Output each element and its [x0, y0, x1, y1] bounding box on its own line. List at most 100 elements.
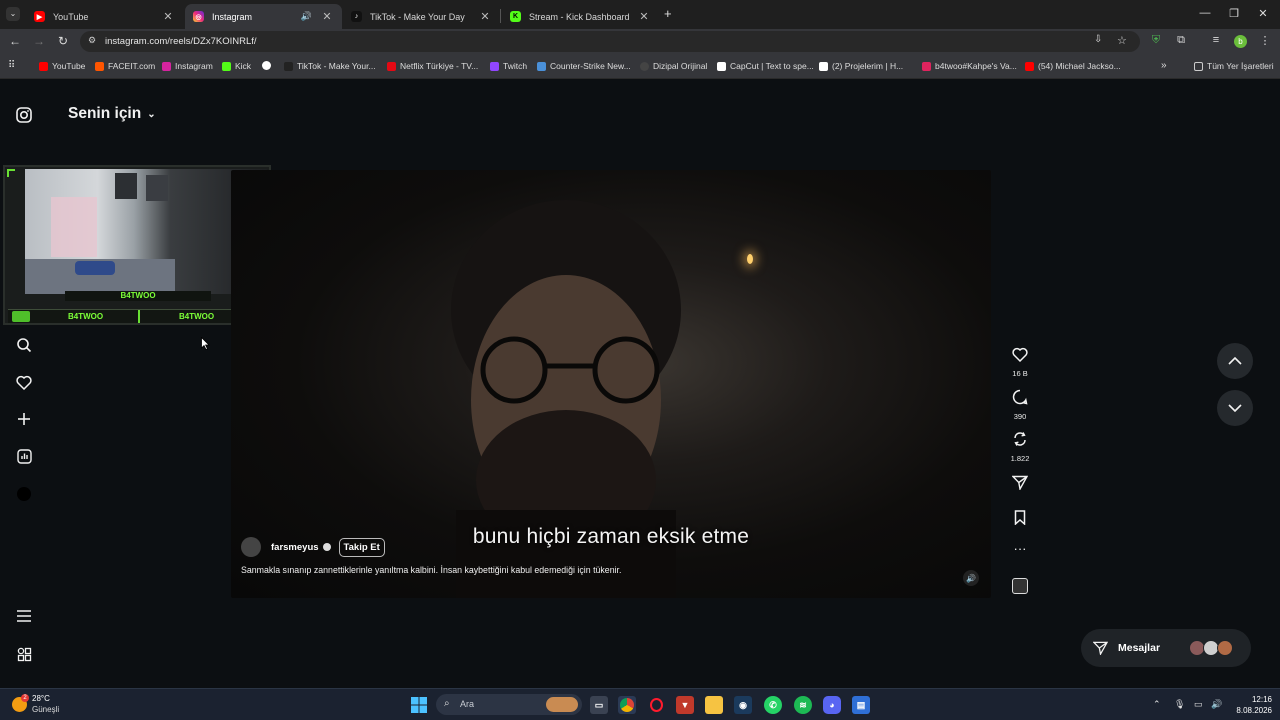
bookmarks-bar: ⠿ YouTube FACEIT.com Instagram Kick TikT… [0, 54, 1280, 79]
bookmark-label: Dizipal Orijinal [653, 61, 708, 71]
close-icon[interactable]: ✕ [637, 10, 651, 23]
reel-description[interactable]: Sanmakla sınanıp zannettiklerinle yanılt… [241, 565, 621, 575]
network-icon[interactable]: ▭ [1194, 699, 1203, 710]
audio-thumbnail[interactable] [1008, 578, 1032, 594]
bookmark-netflix[interactable]: Netflix Türkiye - TV... [387, 61, 478, 71]
whatsapp-icon[interactable]: ✆ [764, 696, 782, 714]
bookmark-b4twoo[interactable]: b4twoo#Kahpe's Va... [922, 61, 1017, 71]
task-view-icon[interactable]: ▭ [590, 696, 608, 714]
close-icon[interactable]: ✕ [478, 10, 492, 23]
bookmark-youtube[interactable]: YouTube [39, 61, 85, 71]
apps-grid-icon[interactable]: ⠿ [8, 60, 15, 71]
tab-youtube[interactable]: ▶ YouTube ✕ [26, 4, 183, 29]
more-options-icon[interactable]: ··· [1008, 541, 1032, 556]
like-button[interactable]: 16 B [1008, 347, 1032, 378]
feed-selector[interactable]: Senin için ⌄ [68, 105, 156, 123]
spotify-icon[interactable]: ≋ [794, 696, 812, 714]
bookmark-dizipal[interactable]: Dizipal Orijinal [640, 61, 707, 71]
steam-icon[interactable]: ◉ [734, 696, 752, 714]
bookmark-projelerim[interactable]: (2) Projelerim | H... [819, 61, 903, 71]
bookmark-google[interactable] [262, 61, 275, 70]
address-url[interactable]: instagram.com/reels/DZx7KOINRLf/ [105, 36, 257, 47]
extensions-puzzle-icon[interactable]: ⧉ [1173, 34, 1189, 47]
install-app-icon[interactable]: ⇩ [1094, 34, 1102, 45]
author-username[interactable]: farsmeyus [271, 542, 319, 553]
share-button[interactable] [1008, 475, 1032, 495]
reel-video[interactable]: bunu hiçbi zaman eksik etme farsmeyus Ta… [231, 170, 991, 598]
overlay-right-tag: B4TWOO [179, 312, 215, 321]
counter-strike-icon [537, 61, 546, 71]
system-clock[interactable]: 12:16 8.08.2026 [1228, 694, 1272, 716]
repost-icon [1014, 432, 1026, 446]
heart-icon[interactable] [14, 372, 34, 392]
send-paper-plane-icon [1011, 475, 1029, 492]
next-reel-button[interactable] [1217, 390, 1253, 426]
reload-icon[interactable]: ↻ [55, 34, 71, 48]
bookmark-twitch[interactable]: Twitch [490, 61, 527, 71]
address-bar[interactable]: ⚙ instagram.com/reels/DZx7KOINRLf/ ⇩ ☆ [80, 31, 1140, 52]
browser-tab-strip: ⌄ ▶ YouTube ✕ ◎ Instagram 🔊 ✕ ♪ TikTok -… [0, 0, 1280, 29]
window-close-icon[interactable]: ✕ [1253, 7, 1273, 20]
tab-list-dropdown-icon[interactable]: ⌄ [6, 7, 20, 21]
bookmark-icon [1014, 510, 1026, 526]
hamburger-menu-icon[interactable] [14, 606, 34, 626]
forward-arrow-icon[interactable]: → [31, 34, 47, 48]
tab-instagram[interactable]: ◎ Instagram 🔊 ✕ [185, 4, 342, 29]
insights-chart-icon[interactable] [14, 446, 34, 466]
all-bookmarks-folder[interactable]: Tüm Yer İşaretleri [1194, 61, 1274, 71]
create-plus-icon[interactable] [14, 409, 34, 429]
profile-avatar[interactable] [14, 484, 34, 504]
bookmark-capcut[interactable]: CapCut | Text to spe... [717, 61, 814, 71]
minimize-icon[interactable]: — [1195, 7, 1215, 19]
bookmark-faceit[interactable]: FACEIT.com [95, 61, 155, 71]
repost-button[interactable]: 1.822 [1008, 431, 1032, 463]
windows-start-icon[interactable] [410, 696, 428, 714]
bookmark-label: Tüm Yer İşaretleri [1207, 61, 1274, 71]
back-arrow-icon[interactable]: ← [7, 34, 23, 48]
volume-icon[interactable]: 🔊 [963, 570, 979, 586]
bookmark-star-icon[interactable]: ☆ [1117, 34, 1127, 47]
search-icon[interactable] [14, 335, 34, 355]
brave-icon[interactable]: ▼ [676, 696, 694, 714]
media-control-icon[interactable]: ≡ [1208, 34, 1224, 46]
dizipal-icon [640, 61, 649, 71]
shield-extension-icon[interactable]: ⛨ [1148, 34, 1164, 47]
instagram-logo-icon[interactable] [14, 105, 34, 125]
tab-tiktok[interactable]: ♪ TikTok - Make Your Day ✕ [343, 4, 500, 29]
microphone-icon[interactable]: 🎙 [1174, 699, 1185, 710]
file-explorer-icon[interactable] [705, 696, 723, 714]
chrome-icon[interactable] [618, 696, 636, 714]
previous-reel-button[interactable] [1217, 343, 1253, 379]
restore-icon[interactable]: ❐ [1224, 7, 1244, 20]
site-info-icon[interactable]: ⚙ [88, 35, 96, 46]
search-icon: ⌕ [444, 698, 450, 709]
bookmark-tiktok[interactable]: TikTok - Make Your... [284, 61, 376, 71]
bookmark-michael-jackson[interactable]: (54) Michael Jackso... [1025, 61, 1121, 71]
taskbar-search[interactable]: ⌕ Ara [436, 694, 582, 715]
speaker-icon[interactable]: 🔊 [301, 11, 312, 22]
follow-button[interactable]: Takip Et [338, 537, 385, 557]
store-icon[interactable]: ▤ [852, 696, 870, 714]
more-bookmarks-icon[interactable]: » [1161, 60, 1167, 71]
discord-icon[interactable]: ◕ [823, 696, 841, 714]
save-button[interactable] [1008, 510, 1032, 530]
author-avatar[interactable] [241, 537, 261, 557]
volume-icon[interactable]: 🔊 [1211, 699, 1222, 710]
opera-icon[interactable] [647, 696, 665, 714]
more-menu-icon[interactable]: ⋮ [1257, 34, 1273, 47]
new-tab-icon[interactable]: + [664, 6, 672, 21]
profile-avatar[interactable]: b [1234, 35, 1247, 48]
also-from-meta-icon[interactable] [14, 644, 34, 664]
comment-button[interactable]: 390 [1008, 389, 1032, 421]
close-icon[interactable]: ✕ [161, 10, 175, 23]
comment-bubble-icon [1012, 389, 1028, 405]
tray-overflow-icon[interactable]: ⌃ [1153, 699, 1161, 710]
bookmark-counter-strike[interactable]: Counter-Strike New... [537, 61, 631, 71]
tab-kick[interactable]: K Stream - Kick Dashboard ✕ [502, 4, 659, 29]
bookmark-instagram[interactable]: Instagram [162, 61, 213, 71]
messages-button[interactable]: Mesajlar [1081, 629, 1251, 667]
close-icon[interactable]: ✕ [320, 10, 334, 23]
instagram-page: Senin için ⌄ B4TWOO B4TWOO B4TWOO bunu h… [0, 79, 1280, 688]
like-count: 16 B [1012, 369, 1028, 378]
bookmark-kick[interactable]: Kick [222, 61, 251, 71]
